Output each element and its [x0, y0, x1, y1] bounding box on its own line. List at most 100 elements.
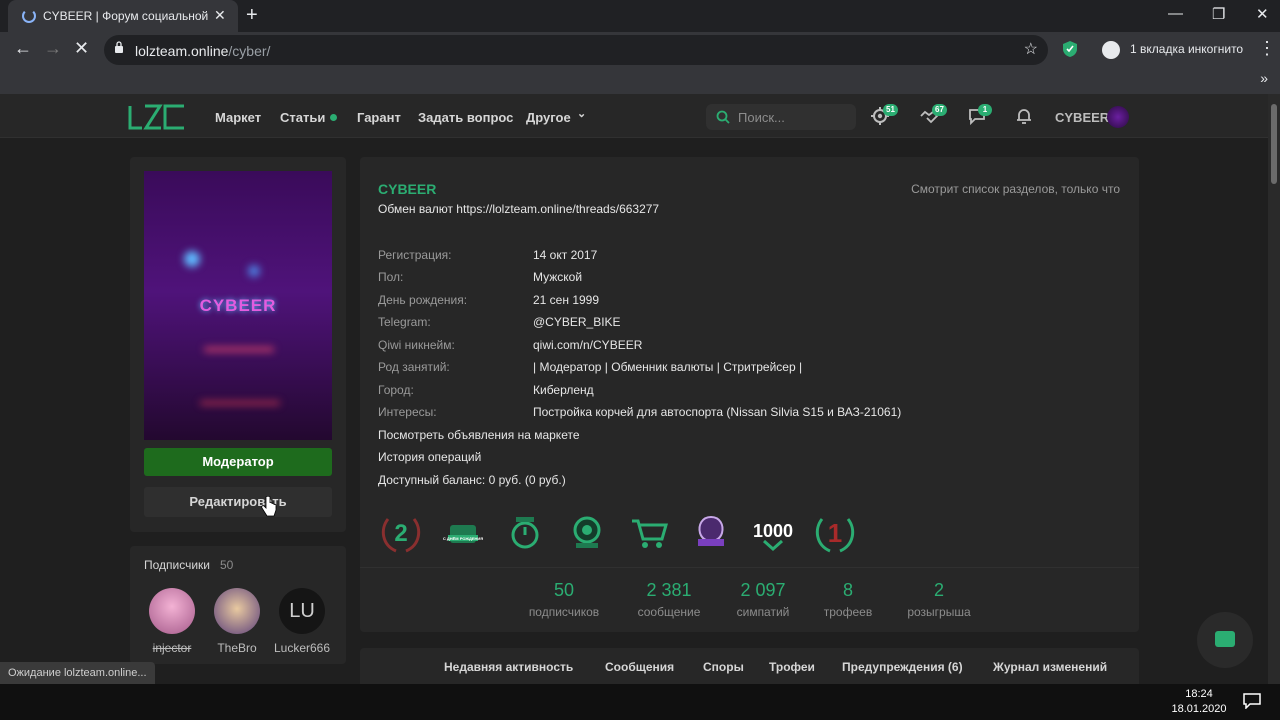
back-icon[interactable]: ←: [14, 38, 32, 59]
trophy-icon[interactable]: [626, 509, 672, 555]
tab-close-icon[interactable]: ✕: [214, 7, 226, 24]
profile-stats-bar: 50 подписчиков 2 381 сообщение 2 097 сим…: [360, 567, 1139, 632]
url-text: lolzteam.online/cyber/: [135, 43, 270, 59]
stat-value: 2: [933, 580, 944, 600]
notifications-icon[interactable]: [1243, 693, 1261, 709]
trophy-icon[interactable]: [688, 509, 734, 555]
browser-toolbar: ← → ✕ lolzteam.online/cyber/ ☆ 1 вкладка…: [0, 32, 1280, 68]
trophy-label: 1000: [753, 521, 793, 541]
subscribers-count: 50: [220, 558, 234, 572]
bell-icon[interactable]: [1014, 106, 1034, 126]
scrollbar-thumb[interactable]: [1271, 104, 1277, 184]
profile-tabs: Недавняя активность Сообщения Споры Троф…: [360, 648, 1139, 684]
url-path: /cyber/: [228, 43, 271, 59]
field-value[interactable]: @CYBER_BIKE: [533, 315, 621, 329]
avatar: LU: [279, 588, 325, 634]
avatar-neon-text: CYBEER: [199, 296, 277, 315]
os-taskbar: 18:24 18.01.2020: [0, 684, 1280, 720]
incognito-indicator[interactable]: 1 вкладка инкогнито: [1102, 41, 1262, 59]
avatar-light: [204, 347, 274, 352]
field-value: | Модератор | Обменник валюты | Стритрей…: [533, 360, 803, 374]
tab-warnings[interactable]: Предупреждения (6): [842, 660, 963, 674]
header-avatar[interactable]: [1107, 106, 1129, 128]
operations-history-link[interactable]: История операций: [378, 450, 481, 464]
trophy-label: С ДНЁМ РОЖДЕНИЯ: [443, 536, 483, 541]
trophy-icon[interactable]: С ДНЁМ РОЖДЕНИЯ: [440, 509, 486, 555]
settings-badge: 51: [883, 104, 898, 116]
minimize-icon[interactable]: —: [1168, 5, 1183, 22]
nav-guarantor[interactable]: Гарант: [357, 110, 401, 125]
clock-date: 18.01.2020: [1171, 703, 1227, 715]
market-ads-link[interactable]: Посмотреть объявления на маркете: [378, 428, 580, 442]
nav-market[interactable]: Маркет: [215, 110, 261, 125]
browser-tab[interactable]: CYBEER | Форум социальной ин ✕: [8, 0, 238, 32]
tab-trophies[interactable]: Трофеи: [769, 660, 815, 674]
subscriber-item[interactable]: TheBro: [214, 588, 260, 655]
incognito-icon: [1102, 41, 1120, 59]
field-label: День рождения:: [378, 293, 468, 307]
shield-extension-icon[interactable]: [1062, 40, 1078, 58]
menu-dots-icon[interactable]: ⋮: [1258, 38, 1276, 59]
trophy-icon[interactable]: 2: [378, 509, 424, 555]
incognito-label: 1 вкладка инкогнито: [1130, 42, 1244, 56]
field-label: Род занятий:: [378, 360, 450, 374]
stat-label: розыгрыша: [907, 605, 971, 619]
profile-status: Обмен валют https://lolzteam.online/thre…: [378, 202, 660, 216]
field-value: Мужской: [533, 270, 583, 284]
chevron-down-icon[interactable]: ⌄: [577, 107, 586, 120]
moderator-role-badge: Модератор: [144, 448, 332, 476]
nav-other[interactable]: Другое: [526, 110, 571, 125]
chat-button[interactable]: [1197, 612, 1253, 668]
trophy-icon[interactable]: [564, 509, 610, 555]
search-icon: [716, 110, 730, 124]
nav-ask-question[interactable]: Задать вопрос: [418, 110, 513, 125]
field-value: 14 окт 2017: [533, 248, 598, 262]
field-label: Регистрация:: [378, 248, 452, 262]
search-input[interactable]: [738, 108, 848, 126]
edit-profile-button[interactable]: Редактировать: [144, 487, 332, 517]
nav-articles[interactable]: Статьи: [280, 110, 325, 125]
address-bar[interactable]: lolzteam.online/cyber/ ☆: [104, 35, 1048, 65]
profile-info-card: CYBEER Обмен валют https://lolzteam.onli…: [360, 157, 1139, 632]
avatar-light: [184, 251, 200, 267]
taskbar-clock[interactable]: 18:24 18.01.2020: [1168, 687, 1230, 717]
stat-subscribers[interactable]: 50 подписчиков: [504, 580, 624, 619]
tab-messages[interactable]: Сообщения: [605, 660, 674, 674]
trophy-icon[interactable]: [502, 509, 548, 555]
hand-cursor-icon: [261, 496, 277, 517]
subscriber-name: injector: [152, 641, 192, 655]
subscriber-name: TheBro: [217, 641, 257, 655]
field-value[interactable]: qiwi.com/n/CYBEER: [533, 338, 642, 352]
bookmarks-bar: »: [0, 68, 1280, 94]
tab-changelog[interactable]: Журнал изменений: [993, 660, 1107, 674]
profile-sidebar-card: CYBEER Модератор Редактировать: [130, 157, 346, 532]
window-close-icon[interactable]: ✕: [1256, 5, 1269, 23]
field-value: Киберленд: [533, 383, 594, 397]
tab-recent-activity[interactable]: Недавняя активность: [444, 660, 573, 674]
profile-avatar[interactable]: CYBEER: [144, 171, 332, 440]
header-username[interactable]: CYBEER: [1055, 110, 1109, 125]
page-scrollbar[interactable]: [1268, 94, 1280, 684]
bookmarks-overflow-icon[interactable]: »: [1260, 70, 1268, 86]
forward-icon[interactable]: →: [44, 38, 62, 59]
clock-time: 18:24: [1185, 688, 1213, 700]
tab-disputes[interactable]: Споры: [703, 660, 744, 674]
tab-title: CYBEER | Форум социальной ин: [43, 9, 211, 23]
deals-badge: 67: [932, 104, 947, 116]
subscriber-item[interactable]: LU Lucker666: [274, 588, 330, 655]
browser-tab-bar: CYBEER | Форум социальной ин ✕ + — ❐ ✕: [0, 0, 1280, 32]
stat-giveaways[interactable]: 2 розыгрыша: [879, 580, 999, 619]
trophy-icon[interactable]: 1: [812, 509, 858, 555]
balance-text: Доступный баланс: 0 руб. (0 руб.): [378, 473, 566, 487]
search-box[interactable]: [706, 104, 856, 130]
subscribers-card: Подписчики 50 injector TheBro LU Lucker6…: [130, 546, 346, 664]
bookmark-star-icon[interactable]: ☆: [1024, 39, 1038, 59]
subscriber-name: Lucker666: [273, 641, 331, 655]
subscriber-item[interactable]: injector: [149, 588, 195, 655]
trophy-icon[interactable]: 1000: [750, 509, 796, 555]
stop-loading-icon[interactable]: ✕: [74, 38, 89, 59]
restore-icon[interactable]: ❐: [1212, 5, 1225, 23]
field-label: Интересы:: [378, 405, 437, 419]
site-logo-icon[interactable]: [128, 104, 186, 130]
new-tab-icon[interactable]: +: [246, 4, 258, 27]
